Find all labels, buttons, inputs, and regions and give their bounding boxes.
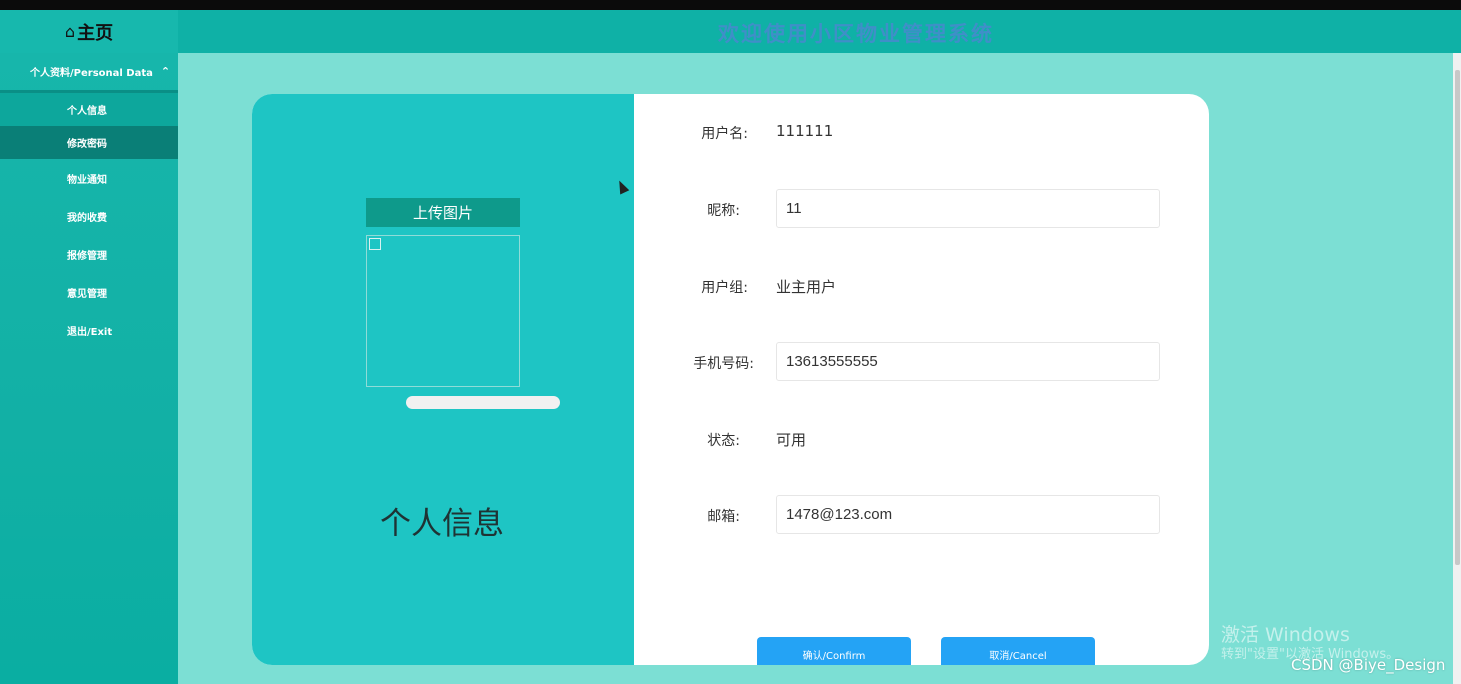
- sidebar-item-my-fees[interactable]: 我的收费: [0, 197, 178, 235]
- status-value: 可用: [776, 431, 807, 449]
- email-field[interactable]: [776, 495, 1160, 534]
- user-group-label: 用户组:: [701, 280, 748, 296]
- upload-progress-bar: [406, 396, 560, 409]
- home-label: 主页: [77, 22, 114, 44]
- cancel-button[interactable]: 取消/Cancel: [941, 637, 1095, 665]
- sidebar-item-label: 意见管理: [67, 288, 107, 300]
- sidebar: 个人资料/Personal Data ⌃ 个人信息 修改密码 物业通知 我的收费…: [0, 53, 178, 684]
- broken-image-icon: [369, 238, 381, 250]
- sidebar-item-label: 退出/Exit: [67, 326, 113, 338]
- sidebar-item-feedback[interactable]: 意见管理: [0, 273, 178, 311]
- top-header: ⌂ 主页 欢迎使用小区物业管理系统: [0, 10, 1461, 53]
- phone-label: 手机号码:: [693, 356, 754, 372]
- confirm-button[interactable]: 确认/Confirm: [757, 637, 911, 665]
- avatar-panel: 上传图片 个人信息: [252, 94, 634, 665]
- sidebar-item-exit[interactable]: 退出/Exit: [0, 311, 178, 349]
- home-link[interactable]: ⌂ 主页: [0, 10, 178, 53]
- sidebar-item-label: 报修管理: [67, 250, 107, 262]
- site-title: 欢迎使用小区物业管理系统: [718, 21, 994, 46]
- sidebar-item-label: 修改密码: [67, 139, 107, 150]
- csdn-credit: CSDN @Biye_Design: [1291, 656, 1446, 674]
- username-label: 用户名:: [701, 126, 748, 142]
- username-value: 111111: [776, 122, 834, 140]
- sidebar-item-repairs[interactable]: 报修管理: [0, 235, 178, 273]
- nickname-field[interactable]: [776, 189, 1160, 228]
- sidebar-item-personal-info[interactable]: 个人信息: [0, 93, 178, 126]
- sidebar-item-label: 物业通知: [67, 174, 107, 186]
- sidebar-group-personal-data[interactable]: 个人资料/Personal Data ⌃: [0, 53, 178, 93]
- home-icon: ⌂: [64, 22, 76, 41]
- user-group-value: 业主用户: [776, 278, 837, 296]
- sidebar-item-label: 个人信息: [67, 106, 107, 117]
- panel-title: 个人信息: [380, 506, 504, 542]
- email-label: 邮箱:: [707, 509, 740, 525]
- avatar-preview: [366, 235, 520, 387]
- status-label: 状态:: [707, 433, 740, 449]
- upload-image-button[interactable]: 上传图片: [366, 198, 520, 227]
- sidebar-item-label: 我的收费: [67, 212, 107, 224]
- sidebar-item-notices[interactable]: 物业通知: [0, 159, 178, 197]
- phone-field[interactable]: [776, 342, 1160, 381]
- nickname-label: 昵称:: [707, 203, 740, 219]
- profile-card: 上传图片 个人信息 用户名: 111111 昵称: 用户组: 业主用户 手机号码…: [252, 94, 1209, 665]
- window-top-strip: [0, 0, 1461, 10]
- sidebar-group-label: 个人资料/Personal Data: [30, 68, 153, 79]
- sidebar-item-change-password[interactable]: 修改密码: [0, 126, 178, 159]
- scrollbar-thumb[interactable]: [1455, 70, 1460, 565]
- chevron-up-icon: ⌃: [160, 65, 171, 78]
